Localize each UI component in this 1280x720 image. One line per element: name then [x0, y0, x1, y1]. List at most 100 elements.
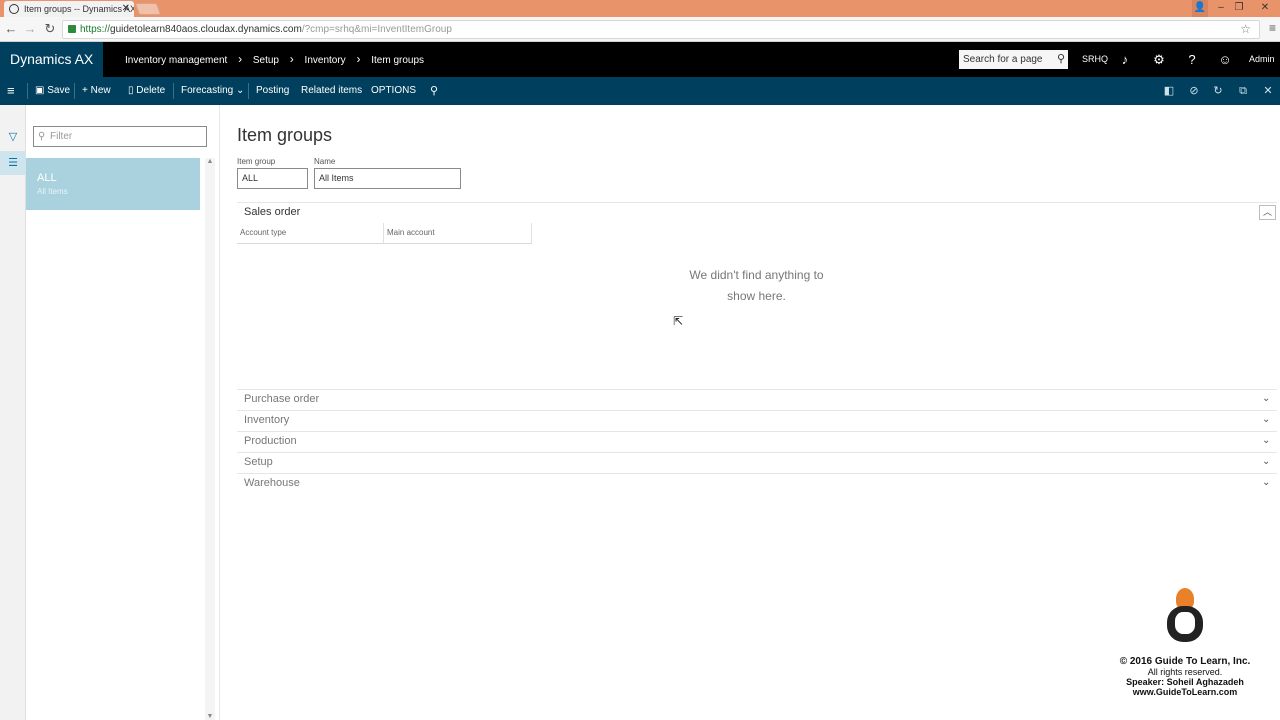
save-button[interactable]: ▣ Save: [35, 77, 70, 105]
company-picker[interactable]: SRHQ: [1082, 42, 1108, 77]
save-label: Save: [47, 85, 71, 96]
action-divider: [74, 83, 75, 99]
close-tab-icon[interactable]: ✕: [122, 1, 130, 17]
copyright-icon: ©: [1119, 656, 1130, 667]
chevron-down-icon[interactable]: ⌄: [1262, 393, 1270, 404]
chevron-up-icon[interactable]: ︿: [1259, 205, 1276, 220]
forecasting-label: Forecasting: [181, 85, 234, 96]
forecasting-menu[interactable]: Forecasting ⌄: [181, 77, 244, 105]
column-header-account-type[interactable]: Account type: [237, 223, 384, 244]
chevron-right-icon: ›: [289, 52, 294, 66]
related-items-tab[interactable]: Related items: [301, 77, 362, 105]
scroll-down-icon[interactable]: ▼: [205, 713, 215, 720]
filter-placeholder: Filter: [50, 131, 73, 142]
watermark-website: www.GuideToLearn.com: [1132, 687, 1238, 697]
search-icon[interactable]: ⚲: [1057, 50, 1065, 69]
watermark: © 2016 Guide To Learn, Inc. All rights r…: [1115, 588, 1255, 697]
breadcrumb-item[interactable]: Inventory management: [125, 43, 227, 78]
name-label: Name: [314, 157, 336, 166]
list-item-title: ALL: [37, 172, 57, 184]
new-button[interactable]: + New: [82, 77, 111, 105]
breadcrumb-item[interactable]: Setup: [253, 43, 279, 78]
user-name[interactable]: Admin: [1249, 42, 1275, 77]
section-divider: [237, 431, 1277, 432]
feedback-smiley-icon[interactable]: ☺: [1216, 42, 1234, 77]
gear-icon[interactable]: ⚙: [1150, 42, 1168, 77]
watermark-rights: All rights reserved.: [1147, 667, 1223, 677]
section-divider: [237, 473, 1277, 474]
close-page-icon[interactable]: ✕: [1260, 77, 1276, 105]
new-tab-button[interactable]: [134, 3, 162, 15]
close-window-icon[interactable]: ✕: [1250, 0, 1280, 17]
browser-profile-icon[interactable]: 👤: [1192, 0, 1208, 17]
navigation-bar: Dynamics AX Inventory management › Setup…: [0, 42, 1280, 77]
back-arrow-icon[interactable]: ←: [3, 21, 19, 37]
chevron-right-icon: ›: [356, 52, 361, 66]
new-label: New: [90, 85, 111, 96]
fasttab-inventory[interactable]: Inventory: [244, 414, 289, 426]
options-tab[interactable]: OPTIONS: [371, 77, 416, 105]
open-new-window-icon[interactable]: ⧉: [1235, 77, 1251, 105]
list-pane: ⚲ Filter ALL All Items ▲ ▼: [26, 105, 220, 720]
page-title: Item groups: [237, 125, 333, 145]
mouse-cursor-icon: ⇱: [673, 314, 684, 328]
notification-bell-icon[interactable]: ♪: [1116, 42, 1134, 77]
breadcrumb-item[interactable]: Inventory: [305, 43, 346, 78]
list-scrollbar[interactable]: ▲ ▼: [205, 158, 215, 720]
address-bar[interactable]: https://guidetolearn840aos.cloudax.dynam…: [62, 20, 1260, 39]
action-search-icon[interactable]: ⚲: [430, 77, 438, 105]
fasttab-warehouse[interactable]: Warehouse: [244, 477, 300, 489]
help-icon[interactable]: ?: [1183, 42, 1201, 77]
name-field[interactable]: All Items: [314, 168, 461, 189]
section-divider: [237, 389, 1277, 390]
office-icon[interactable]: ◧: [1161, 77, 1177, 105]
delete-label: Delete: [136, 85, 166, 96]
browser-tab[interactable]: Item groups -- Dynamics AX ✕: [4, 1, 134, 17]
chevron-down-icon[interactable]: ⌄: [1262, 435, 1270, 446]
scroll-up-icon[interactable]: ▲: [205, 158, 215, 165]
reload-icon[interactable]: ↻: [42, 21, 58, 37]
fasttab-purchase-order[interactable]: Purchase order: [244, 393, 319, 405]
page-search-input[interactable]: Search for a page ⚲: [959, 50, 1068, 69]
logo-face: [1175, 612, 1195, 634]
save-icon: ▣: [35, 85, 48, 96]
forward-arrow-icon[interactable]: →: [22, 21, 38, 37]
empty-grid-message: We didn't find anything to show here.: [689, 268, 824, 303]
watermark-speaker: Speaker: Soheil Aghazadeh: [1126, 677, 1244, 687]
attachment-icon[interactable]: ⊘: [1186, 77, 1202, 105]
action-divider: [173, 83, 174, 99]
watermark-copyright: © 2016 Guide To Learn, Inc.: [1115, 656, 1255, 667]
list-item[interactable]: ALL All Items: [26, 158, 200, 210]
refresh-icon[interactable]: ↻: [1210, 77, 1226, 105]
bookmark-star-icon[interactable]: ☆: [1240, 21, 1251, 38]
maximize-window-icon[interactable]: ❐: [1230, 0, 1248, 17]
item-group-label: Item group: [237, 157, 276, 166]
item-group-field[interactable]: ALL: [237, 168, 308, 189]
minimize-window-icon[interactable]: –: [1212, 0, 1230, 17]
filter-icon[interactable]: ▽: [0, 125, 26, 149]
browser-toolbar: ← → ↻ https://guidetolearn840aos.cloudax…: [0, 17, 1280, 42]
column-header-main-account[interactable]: Main account: [384, 223, 532, 244]
fasttab-setup[interactable]: Setup: [244, 456, 273, 468]
browser-tab-title: Item groups -- Dynamics AX: [24, 4, 134, 14]
chevron-down-icon[interactable]: ⌄: [1262, 456, 1270, 467]
fasttab-production[interactable]: Production: [244, 435, 297, 447]
filter-input[interactable]: ⚲ Filter: [33, 126, 207, 147]
chevron-down-icon[interactable]: ⌄: [1262, 414, 1270, 425]
action-divider: [27, 83, 28, 99]
page-search-placeholder: Search for a page: [963, 54, 1043, 65]
url-host: guidetolearn840aos.cloudax.dynamics.com: [110, 24, 302, 35]
breadcrumb-item[interactable]: Item groups: [371, 43, 424, 78]
browser-menu-icon[interactable]: ≡: [1269, 21, 1276, 35]
brand-logo[interactable]: Dynamics AX: [0, 42, 103, 77]
chevron-down-icon[interactable]: ⌄: [1262, 477, 1270, 488]
lock-icon: [68, 25, 76, 33]
section-divider: [237, 410, 1277, 411]
url-scheme: https://: [80, 24, 111, 35]
list-view-icon[interactable]: ☰: [0, 151, 26, 175]
delete-button[interactable]: ▯ Delete: [128, 77, 165, 105]
action-pane: ≡ ▣ Save + New ▯ Delete Forecasting ⌄ Po…: [0, 77, 1280, 105]
posting-tab[interactable]: Posting: [256, 77, 289, 105]
hamburger-menu-icon[interactable]: ≡: [7, 77, 15, 105]
fasttab-sales-order[interactable]: Sales order: [244, 206, 300, 218]
